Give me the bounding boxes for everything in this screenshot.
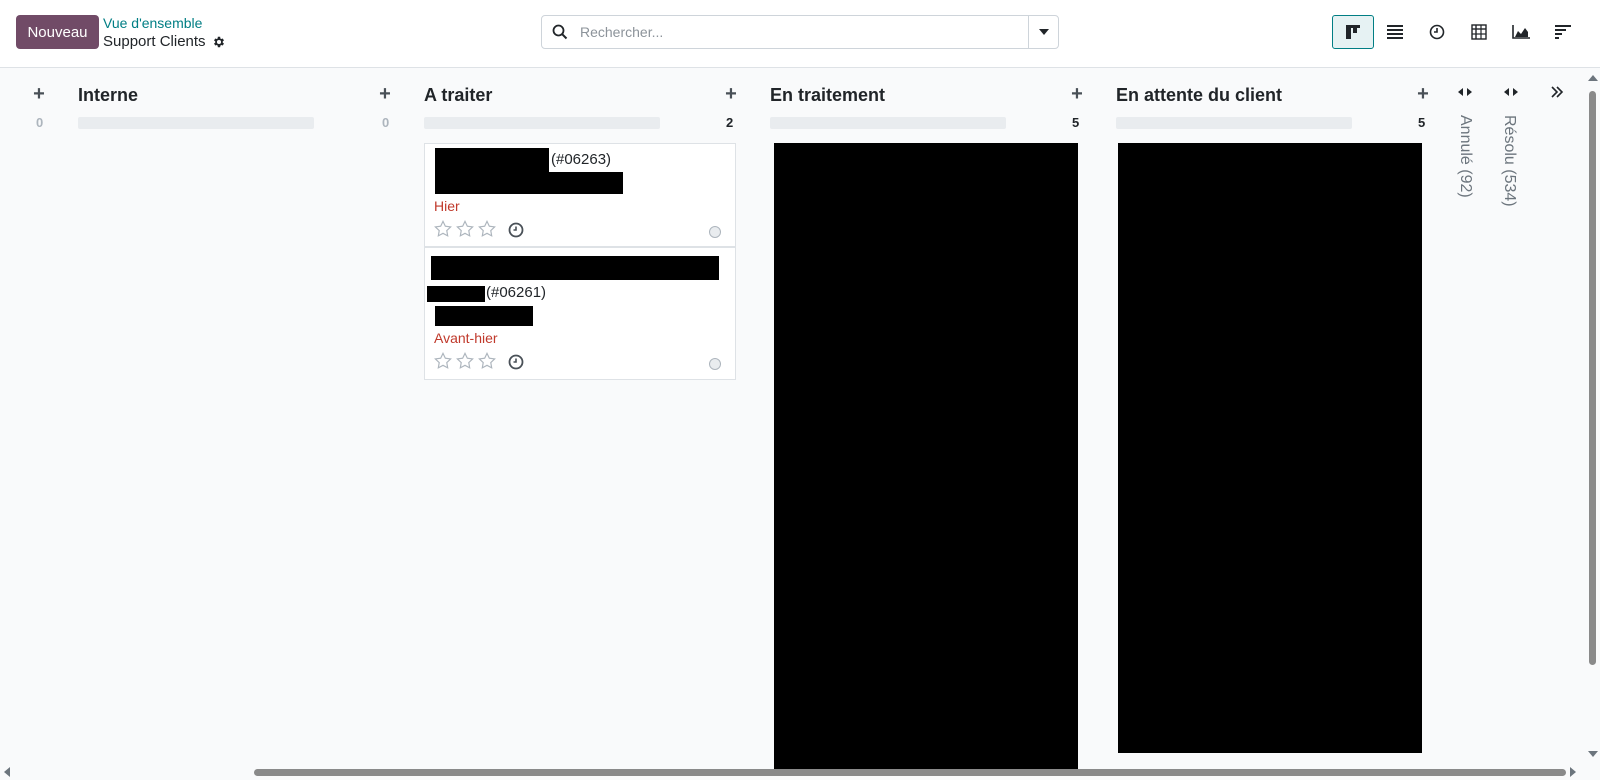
kanban-state-indicator[interactable] xyxy=(709,358,721,370)
breadcrumb-parent[interactable]: Vue d'ensemble xyxy=(103,15,202,31)
horizontal-scrollbar[interactable] xyxy=(0,764,1584,780)
search-box xyxy=(541,15,1059,49)
redacted-customer xyxy=(435,306,533,326)
breadcrumb-current: Support Clients xyxy=(103,33,226,50)
folded-column-label: Résolu (534) xyxy=(1501,115,1518,207)
graph-view-button[interactable] xyxy=(1500,15,1542,49)
redacted-cards xyxy=(1118,143,1422,753)
list-icon xyxy=(1387,25,1403,39)
redacted-title xyxy=(431,256,719,280)
double-chevron-right-icon[interactable] xyxy=(1550,85,1564,99)
column-title: A traiter xyxy=(424,85,493,105)
breadcrumb-current-label: Support Clients xyxy=(103,33,206,50)
column-progress-bar[interactable] xyxy=(78,117,314,129)
cohort-view-button[interactable] xyxy=(1542,15,1584,49)
column-title: Interne xyxy=(78,85,139,105)
column-header: + Interne xyxy=(30,83,346,107)
column-count: 0 xyxy=(382,115,390,130)
column-count: 0 xyxy=(36,115,44,130)
column-header: + En attente du client xyxy=(1068,83,1428,107)
star-icon[interactable] xyxy=(456,220,474,238)
star-icon[interactable] xyxy=(434,352,452,370)
cohort-icon xyxy=(1555,25,1571,39)
kanban-state-indicator[interactable] xyxy=(709,226,721,238)
table-icon xyxy=(1471,24,1487,40)
ticket-deadline: Hier xyxy=(434,198,460,214)
scroll-right-icon[interactable] xyxy=(1568,767,1578,777)
clock-icon xyxy=(1429,24,1445,40)
column-count: 5 xyxy=(1418,115,1426,130)
activity-view-button[interactable] xyxy=(1416,15,1458,49)
column-header: + xyxy=(1414,83,1454,107)
priority-stars[interactable] xyxy=(434,220,496,238)
folded-column-label: Annulé (92) xyxy=(1457,115,1474,198)
scroll-left-icon[interactable] xyxy=(2,767,12,777)
ticket-card[interactable]: (#06261) Avant-hier xyxy=(424,247,736,380)
quick-create-icon[interactable]: + xyxy=(722,83,740,107)
vertical-scrollbar[interactable] xyxy=(1584,69,1600,763)
scroll-up-icon[interactable] xyxy=(1588,73,1598,83)
new-button[interactable]: Nouveau xyxy=(16,15,99,49)
control-panel: Nouveau Vue d'ensemble Support Clients xyxy=(0,0,1600,68)
kanban-icon xyxy=(1346,25,1360,39)
column-progress-bar[interactable] xyxy=(770,117,1006,129)
column-progress-bar[interactable] xyxy=(1116,117,1352,129)
search-icon xyxy=(542,16,578,48)
expand-horizontal-icon[interactable] xyxy=(1502,83,1520,101)
column-header: + En traitement xyxy=(722,83,1082,107)
activity-clock-icon[interactable] xyxy=(508,222,524,238)
quick-create-icon[interactable]: + xyxy=(376,83,394,107)
area-chart-icon xyxy=(1512,25,1530,39)
pivot-view-button[interactable] xyxy=(1458,15,1500,49)
star-icon[interactable] xyxy=(434,220,452,238)
ticket-reference: (#06261) xyxy=(486,284,547,301)
ticket-reference: (#06263) xyxy=(551,151,612,168)
caret-down-icon xyxy=(1038,29,1049,35)
star-icon[interactable] xyxy=(456,352,474,370)
redacted-title xyxy=(435,148,549,172)
gear-icon[interactable] xyxy=(212,35,226,49)
star-icon[interactable] xyxy=(478,352,496,370)
kanban-view-button[interactable] xyxy=(1332,15,1374,49)
quick-create-icon[interactable]: + xyxy=(1414,83,1432,107)
column-progress-bar[interactable] xyxy=(424,117,660,129)
search-options-toggle[interactable] xyxy=(1028,16,1058,48)
column-count: 5 xyxy=(1072,115,1080,130)
column-title: En attente du client xyxy=(1116,85,1283,105)
column-count: 2 xyxy=(726,115,734,130)
column-header: + A traiter xyxy=(376,83,736,107)
horizontal-scroll-thumb[interactable] xyxy=(254,769,1566,776)
expand-horizontal-icon[interactable] xyxy=(1456,83,1474,101)
kanban-board: + Interne 0 + A traiter 0 (#06263) Hier xyxy=(0,69,1600,769)
redacted-customer xyxy=(435,172,623,194)
scroll-down-icon[interactable] xyxy=(1588,749,1598,759)
star-icon[interactable] xyxy=(478,220,496,238)
vertical-scroll-thumb[interactable] xyxy=(1589,91,1596,665)
view-switcher xyxy=(1332,15,1584,49)
redacted-title xyxy=(427,286,485,302)
activity-clock-icon[interactable] xyxy=(508,354,524,370)
ticket-deadline: Avant-hier xyxy=(434,330,498,346)
ticket-card[interactable]: (#06263) Hier xyxy=(424,143,736,247)
list-view-button[interactable] xyxy=(1374,15,1416,49)
redacted-cards xyxy=(774,143,1078,769)
priority-stars[interactable] xyxy=(434,352,496,370)
quick-create-icon[interactable]: + xyxy=(30,83,48,107)
column-title: En traitement xyxy=(770,85,886,105)
search-input[interactable] xyxy=(578,17,1028,47)
quick-create-icon[interactable]: + xyxy=(1068,83,1086,107)
